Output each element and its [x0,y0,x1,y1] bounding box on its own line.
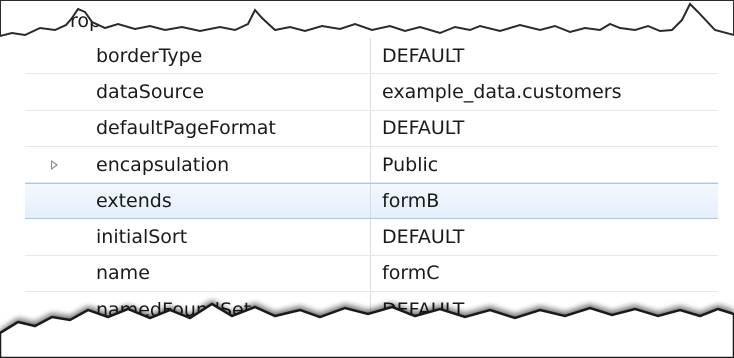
property-name: defaultPageFormat [96,117,276,140]
property-name: extends [96,190,172,213]
properties-table: borderType DEFAULT dataSource example_da… [25,38,718,329]
property-value[interactable]: DEFAULT [382,117,464,139]
property-name: dataSource [96,80,205,103]
property-row-name[interactable]: name formC [25,255,718,293]
properties-panel-clipping: borderType DEFAULT dataSource example_da… [0,0,734,358]
property-row-initialsort[interactable]: initialSort DEFAULT [25,219,718,256]
property-value[interactable]: formC [382,262,440,284]
column-divider [370,38,371,74]
column-divider [370,255,371,292]
column-divider [370,146,371,183]
property-value[interactable]: Public [382,154,438,176]
top-torn-edge [0,0,734,38]
property-row-encapsulation[interactable]: encapsulation Public [25,146,718,184]
property-value[interactable]: DEFAULT [382,226,464,248]
property-value[interactable]: formB [382,190,439,212]
property-name: borderType [96,44,203,67]
property-row-datasource[interactable]: dataSource example_data.customers [25,74,718,111]
column-divider [370,74,371,110]
property-value[interactable]: example_data.customers [382,81,622,103]
property-row-namedfoundset[interactable]: namedFoundSet DEFAULT [25,292,718,329]
column-divider [370,292,371,328]
expand-triangle-icon[interactable] [51,159,58,170]
property-name: initialSort [96,226,188,249]
property-row-bordertype[interactable]: borderType DEFAULT [25,38,718,75]
column-divider [370,219,371,255]
property-name: namedFoundSet [96,298,252,321]
property-row-defaultpageformat[interactable]: defaultPageFormat DEFAULT [25,110,718,147]
property-name: encapsulation [96,153,230,176]
column-divider [370,184,371,219]
property-row-extends[interactable]: extends formB [25,183,718,220]
property-value[interactable]: DEFAULT [382,45,464,67]
property-value[interactable]: DEFAULT [382,299,464,321]
property-name: name [96,262,150,285]
column-divider [370,110,371,146]
partial-header-label: rop [70,10,101,32]
